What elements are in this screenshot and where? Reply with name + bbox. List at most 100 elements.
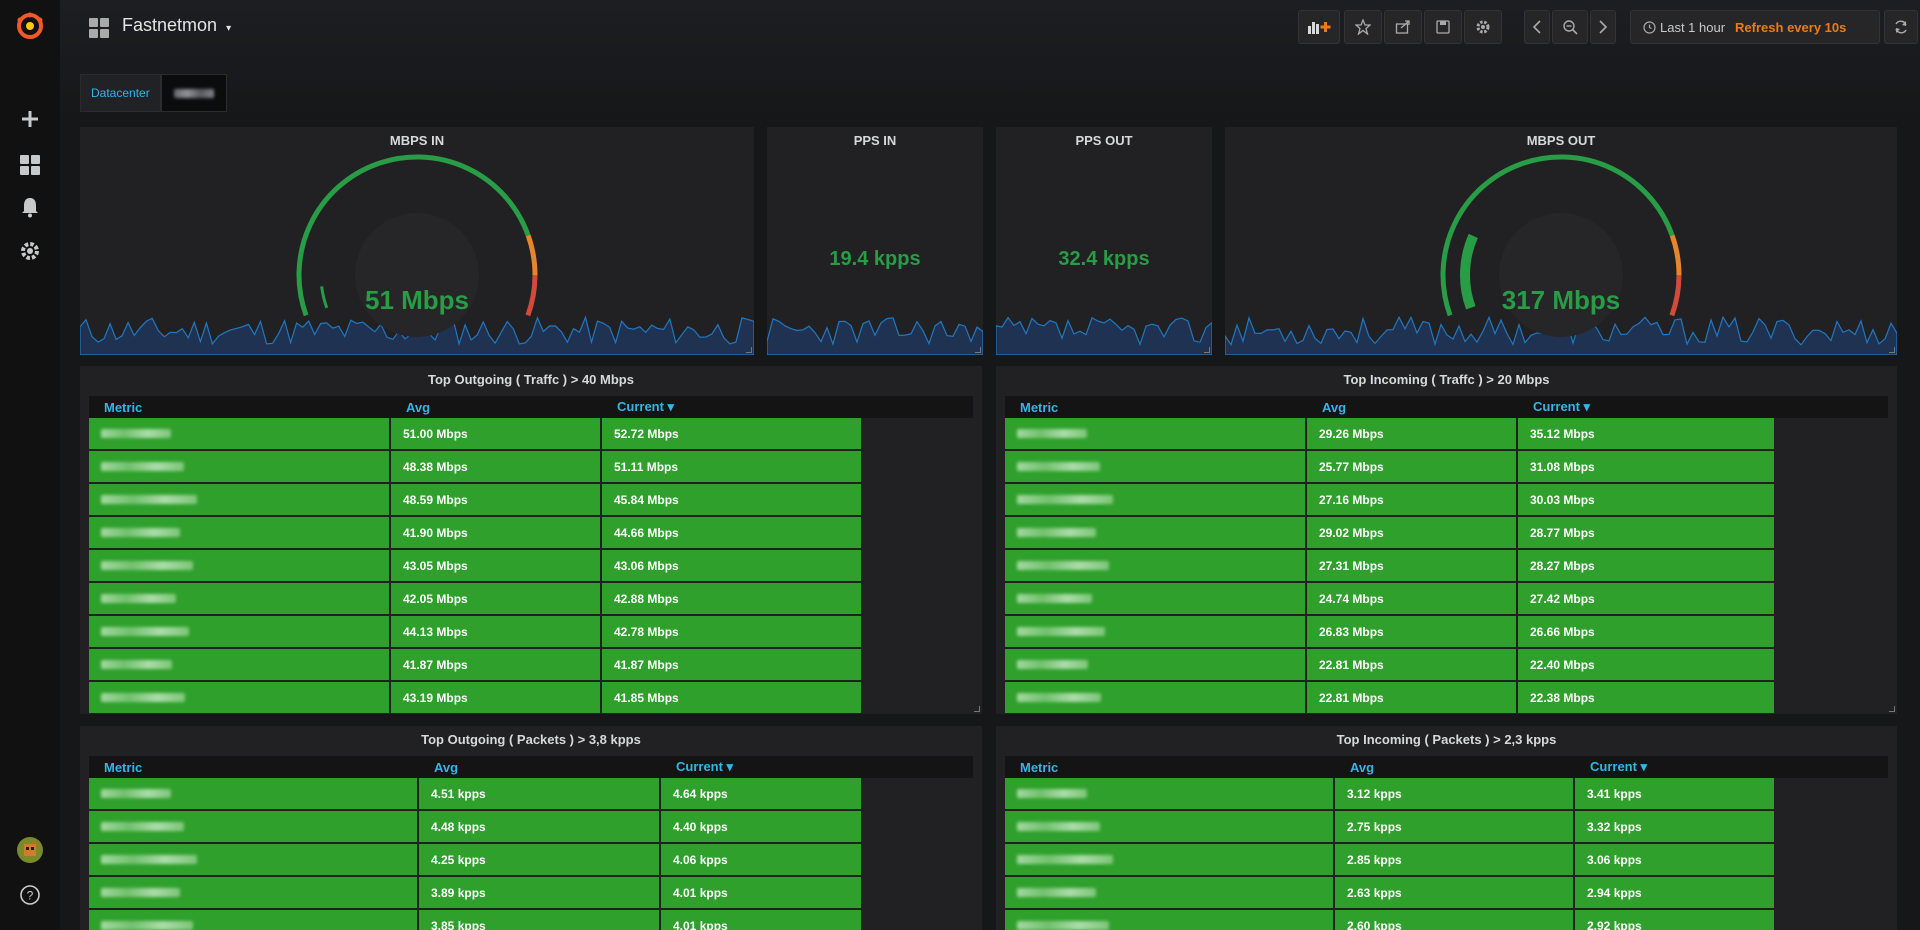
table-row[interactable]: 41.90 Mbps 44.66 Mbps: [89, 517, 973, 550]
avg-cell: 2.63 kpps: [1335, 877, 1575, 908]
time-picker[interactable]: Last 1 hour Refresh every 10s: [1630, 10, 1880, 44]
refresh-button[interactable]: [1884, 10, 1918, 44]
panel-mbps-in[interactable]: MBPS IN 51 Mbps: [80, 127, 754, 355]
save-button[interactable]: [1424, 10, 1462, 44]
current-cell: 2.94 kpps: [1575, 877, 1774, 908]
main-area: Fastnetmon ▾ Last 1 hour Refresh every 1…: [60, 0, 1920, 930]
panel-pps-in[interactable]: PPS IN 19.4 kpps: [767, 127, 983, 355]
panel-top-incoming-packets[interactable]: Top Incoming ( Packets ) > 2,3 kpps Metr…: [996, 726, 1897, 930]
avg-cell: 3.85 kpps: [419, 910, 661, 930]
gauge-mbps-in: [296, 154, 538, 337]
column-header[interactable]: Avg: [1307, 400, 1518, 415]
metric-cell-redacted: [1005, 649, 1307, 680]
panel-top-outgoing-traffic[interactable]: Top Outgoing ( Traffc ) > 40 Mbps Metric…: [80, 366, 982, 714]
column-header[interactable]: Metric: [89, 400, 391, 415]
column-header[interactable]: Metric: [1005, 760, 1335, 775]
table-row[interactable]: 27.16 Mbps 30.03 Mbps: [1005, 484, 1888, 517]
table-row[interactable]: 2.85 kpps 3.06 kpps: [1005, 844, 1888, 877]
resize-handle[interactable]: [1889, 706, 1895, 712]
gear-icon[interactable]: [0, 231, 60, 271]
dashboard-title-dropdown[interactable]: Fastnetmon ▾: [122, 15, 231, 36]
table-row[interactable]: 43.05 Mbps 43.06 Mbps: [89, 550, 973, 583]
table-row[interactable]: 48.38 Mbps 51.11 Mbps: [89, 451, 973, 484]
table-row[interactable]: 22.81 Mbps 22.38 Mbps: [1005, 682, 1888, 714]
column-header[interactable]: Avg: [1335, 760, 1575, 775]
column-header[interactable]: Metric: [89, 760, 419, 775]
column-header[interactable]: Avg: [391, 400, 602, 415]
share-button[interactable]: [1384, 10, 1422, 44]
help-icon[interactable]: ?: [0, 875, 60, 915]
metric-cell-redacted: [1005, 910, 1335, 930]
gauge-mbps-out: [1440, 154, 1682, 337]
zoom-out-button[interactable]: [1552, 10, 1588, 44]
column-header[interactable]: Current ▾: [602, 399, 861, 415]
table-row[interactable]: 4.25 kpps 4.06 kpps: [89, 844, 973, 877]
table-row[interactable]: 3.12 kpps 3.41 kpps: [1005, 778, 1888, 811]
table-row[interactable]: 51.00 Mbps 52.72 Mbps: [89, 418, 973, 451]
table-row[interactable]: 2.63 kpps 2.94 kpps: [1005, 877, 1888, 910]
resize-handle[interactable]: [975, 347, 981, 353]
table-row[interactable]: 42.05 Mbps 42.88 Mbps: [89, 583, 973, 616]
avg-cell: 27.31 Mbps: [1307, 550, 1518, 581]
grafana-logo-icon[interactable]: [0, 6, 60, 46]
panel-pps-out[interactable]: PPS OUT 32.4 kpps: [996, 127, 1212, 355]
panel-top-incoming-traffic[interactable]: Top Incoming ( Traffc ) > 20 Mbps Metric…: [996, 366, 1897, 714]
star-button[interactable]: [1344, 10, 1382, 44]
metric-cell-redacted: [1005, 583, 1307, 614]
table-row[interactable]: 4.51 kpps 4.64 kpps: [89, 778, 973, 811]
column-header[interactable]: Current ▾: [661, 759, 861, 775]
settings-button[interactable]: [1464, 10, 1502, 44]
table-row[interactable]: 29.02 Mbps 28.77 Mbps: [1005, 517, 1888, 550]
table-row[interactable]: 44.13 Mbps 42.78 Mbps: [89, 616, 973, 649]
column-header[interactable]: Avg: [419, 760, 661, 775]
table-row[interactable]: 3.89 kpps 4.01 kpps: [89, 877, 973, 910]
resize-handle[interactable]: [974, 706, 980, 712]
table-row[interactable]: 4.48 kpps 4.40 kpps: [89, 811, 973, 844]
share-icon: [1395, 20, 1410, 34]
plus-icon[interactable]: [0, 99, 60, 139]
bell-icon[interactable]: [0, 187, 60, 227]
table-row[interactable]: 24.74 Mbps 27.42 Mbps: [1005, 583, 1888, 616]
zoom-out-icon: [1563, 20, 1578, 35]
table-row[interactable]: 48.59 Mbps 45.84 Mbps: [89, 484, 973, 517]
avg-cell: 24.74 Mbps: [1307, 583, 1518, 614]
metric-cell-redacted: [1005, 844, 1335, 875]
avg-cell: 2.85 kpps: [1335, 844, 1575, 875]
table-row[interactable]: 43.19 Mbps 41.85 Mbps: [89, 682, 973, 714]
column-header[interactable]: Metric: [1005, 400, 1307, 415]
current-cell: 22.38 Mbps: [1518, 682, 1774, 713]
resize-handle[interactable]: [1889, 347, 1895, 353]
column-header[interactable]: Current ▾: [1575, 759, 1774, 775]
table-row[interactable]: 2.60 kpps 2.92 kpps: [1005, 910, 1888, 930]
dashboards-icon[interactable]: [0, 145, 60, 185]
panel-mbps-out[interactable]: MBPS OUT 317 Mbps: [1225, 127, 1897, 355]
caret-down-icon: ▾: [226, 23, 232, 34]
table-row[interactable]: 25.77 Mbps 31.08 Mbps: [1005, 451, 1888, 484]
avg-cell: 2.60 kpps: [1335, 910, 1575, 930]
table-row[interactable]: 3.85 kpps 4.01 kpps: [89, 910, 973, 930]
table-row[interactable]: 29.26 Mbps 35.12 Mbps: [1005, 418, 1888, 451]
column-header[interactable]: Current ▾: [1518, 399, 1774, 415]
time-forward-button[interactable]: [1590, 10, 1616, 44]
current-cell: 3.32 kpps: [1575, 811, 1774, 842]
table-row[interactable]: 27.31 Mbps 28.27 Mbps: [1005, 550, 1888, 583]
current-cell: 28.27 Mbps: [1518, 550, 1774, 581]
resize-handle[interactable]: [1204, 347, 1210, 353]
table-header: Metric Avg Current ▾: [1005, 756, 1888, 778]
avg-cell: 3.89 kpps: [419, 877, 661, 908]
gauge-center: [1499, 213, 1623, 337]
time-back-button[interactable]: [1524, 10, 1550, 44]
table-row[interactable]: 22.81 Mbps 22.40 Mbps: [1005, 649, 1888, 682]
avg-cell: 29.02 Mbps: [1307, 517, 1518, 548]
table-row[interactable]: 26.83 Mbps 26.66 Mbps: [1005, 616, 1888, 649]
avatar[interactable]: [0, 830, 60, 870]
metric-cell-redacted: [89, 517, 391, 548]
resize-handle[interactable]: [746, 347, 752, 353]
table-row[interactable]: 41.87 Mbps 41.87 Mbps: [89, 649, 973, 682]
datacenter-variable-select[interactable]: [160, 74, 227, 112]
panel-top-outgoing-packets[interactable]: Top Outgoing ( Packets ) > 3,8 kpps Metr…: [80, 726, 982, 930]
dashboard-grid-icon[interactable]: [88, 17, 110, 44]
table-row[interactable]: 2.75 kpps 3.32 kpps: [1005, 811, 1888, 844]
refresh-icon: [1895, 20, 1907, 34]
add-panel-button[interactable]: [1298, 10, 1340, 44]
